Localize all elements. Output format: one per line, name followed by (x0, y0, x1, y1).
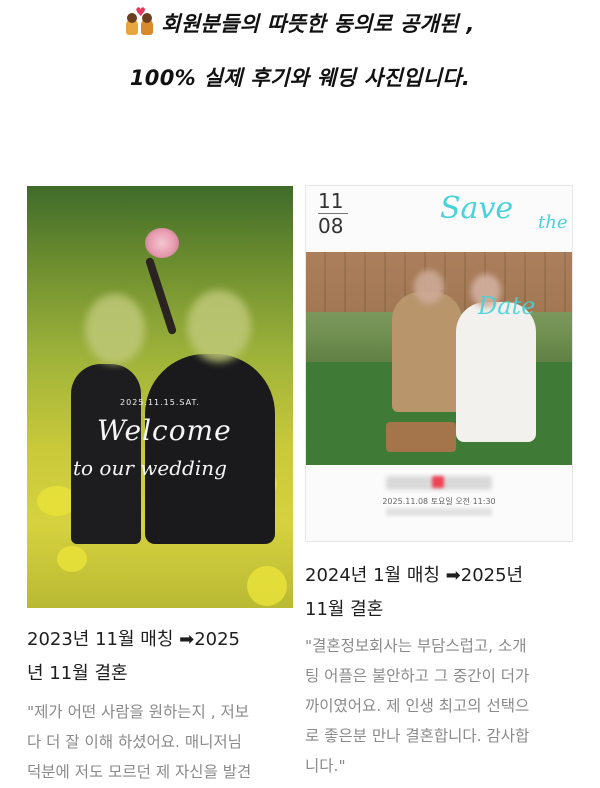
review-title-left: 2023년 11월 매칭 ➡2025 년 11월 결혼 (27, 623, 299, 691)
review-quote-line: "제가 어떤 사람을 원하는지 , 저보 (27, 703, 250, 721)
review-title-line: 11월 결혼 (305, 599, 384, 620)
save-the-date-the: the (538, 212, 568, 233)
heart-icon (432, 476, 444, 488)
review-title-line: 2023년 11월 매칭 ➡2025 (27, 629, 241, 650)
header-line-1: ♥ 회원분들의 따뜻한 동의로 공개된 , (0, 5, 600, 38)
review-quote-line: 까이였어요. 제 인생 최고의 선택으 (305, 697, 530, 715)
review-title-right: 2024년 1월 매칭 ➡2025년 11월 결혼 (305, 559, 577, 627)
review-quote-line: 로 좋은분 만나 결혼합니다. 감사합 (305, 727, 530, 745)
wedding-photo-right[interactable]: 11 08 Save the Date 2025.11.08 토요일 오전 11… (305, 185, 573, 542)
photo-welcome-text: Welcome (97, 414, 232, 447)
review-title-line: 2024년 1월 매칭 ➡2025년 (305, 565, 524, 586)
invite-day: 08 (318, 214, 344, 238)
photo-wedding-text: to our wedding (73, 456, 227, 480)
review-quote-line: "결혼정보회사는 부담스럽고, 소개 (305, 637, 527, 655)
photo-date-text: 2025.11.15.SAT. (120, 398, 200, 407)
review-quote-right: "결혼정보회사는 부담스럽고, 소개 팅 어플은 불안하고 그 중간이 더가 까… (305, 631, 577, 781)
save-the-date-save: Save (440, 191, 514, 226)
header-line-2: 100% 실제 후기와 웨딩 사진입니다. (129, 66, 471, 90)
review-quote-line: 팅 어플은 불안하고 그 중간이 더가 (305, 667, 530, 685)
header-text-1: 회원분들의 따뜻한 동의로 공개된 , (161, 12, 475, 36)
wedding-photo-left[interactable]: 2025.11.15.SAT. Welcome to our wedding (27, 186, 293, 608)
review-quote-line: 니다." (305, 757, 346, 775)
review-quote-line: 다 더 잘 이해 하셨어요. 매니저님 (27, 733, 242, 751)
couple-kiss-icon: ♥ (125, 5, 155, 35)
review-quote-left: "제가 어떤 사람을 원하는지 , 저보 다 더 잘 이해 하셨어요. 매니저님… (27, 697, 297, 787)
invite-month: 11 (318, 189, 344, 213)
review-title-line: 년 11월 결혼 (27, 663, 128, 684)
invite-datetime: 2025.11.08 토요일 오전 11:30 (382, 497, 496, 506)
review-quote-line: 덕분에 저도 모르던 제 자신을 발견 (27, 763, 252, 781)
save-the-date-date: Date (478, 292, 536, 320)
blurred-venue (386, 508, 492, 516)
garden-scene: Date (306, 252, 572, 465)
